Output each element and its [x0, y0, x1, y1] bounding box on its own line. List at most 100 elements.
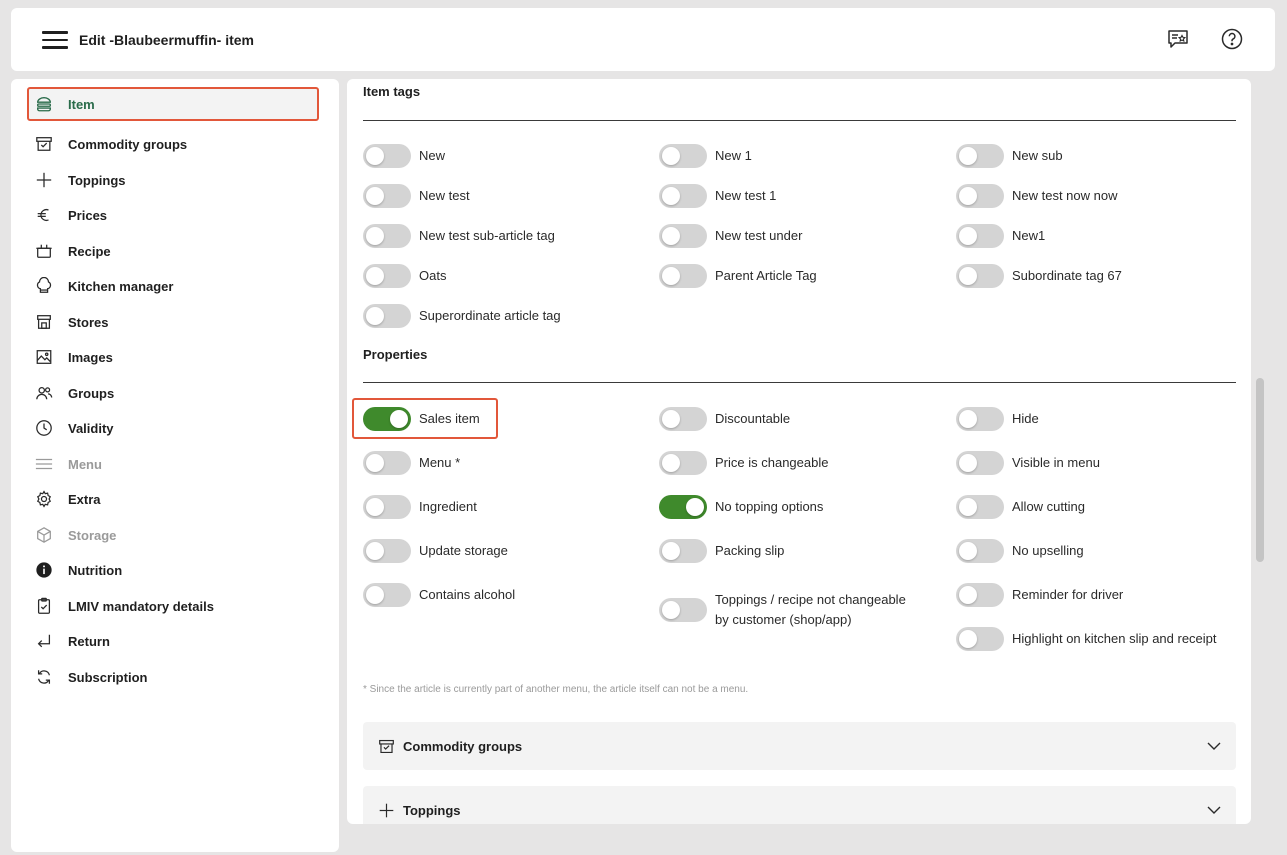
toggle-row: No topping options	[659, 495, 823, 519]
sidebar-item-label: Stores	[68, 314, 109, 330]
main-content[interactable]: Item tags New New 1 New sub New test New…	[347, 79, 1251, 824]
sidebar-item-groups[interactable]: Groups	[27, 376, 319, 410]
tag-box-icon	[34, 134, 54, 154]
page-title: Edit -Blaubeermuffin- item	[79, 32, 255, 48]
toggle-row: New test sub-article tag	[363, 224, 555, 248]
toggle-label: Update storage	[419, 543, 508, 558]
sidebar-item-nutrition[interactable]: Nutrition	[27, 553, 319, 587]
sidebar-item-label: Validity	[68, 420, 114, 436]
prop-toggle-highlight-kitchen-slip[interactable]	[956, 627, 1004, 651]
prop-toggle-ingredient[interactable]	[363, 495, 411, 519]
tag-toggle-new1[interactable]	[956, 224, 1004, 248]
tag-toggle-new-test[interactable]	[363, 184, 411, 208]
tag-toggle-new-test-sub-article[interactable]	[363, 224, 411, 248]
prop-toggle-price-changeable[interactable]	[659, 451, 707, 475]
tag-box-icon	[378, 737, 396, 755]
toggle-label: Menu *	[419, 455, 461, 470]
sidebar-item-storage[interactable]: Storage	[27, 518, 319, 552]
accordion-commodity-groups[interactable]: Commodity groups	[363, 722, 1236, 770]
toggle-row: New test now now	[956, 184, 1118, 208]
sidebar-item-extra[interactable]: Extra	[27, 482, 319, 516]
sidebar-item-label: Kitchen manager	[68, 278, 174, 294]
sidebar-item-toppings[interactable]: Toppings	[27, 163, 319, 197]
chevron-down-icon	[1207, 806, 1221, 814]
accordion-toppings[interactable]: Toppings	[363, 786, 1236, 824]
tag-toggle-new-test-under[interactable]	[659, 224, 707, 248]
tag-toggle-subordinate-tag-67[interactable]	[956, 264, 1004, 288]
toggle-label: New test sub-article tag	[419, 228, 555, 243]
toggle-label: Packing slip	[715, 543, 785, 558]
prop-toggle-toppings-not-changeable[interactable]	[659, 598, 707, 622]
toggle-label: New test	[419, 188, 470, 203]
toggle-label: New test now now	[1012, 188, 1118, 203]
tag-toggle-new-test-now-now[interactable]	[956, 184, 1004, 208]
sidebar-item-label: Recipe	[68, 243, 111, 259]
prop-toggle-visible-in-menu[interactable]	[956, 451, 1004, 475]
toggle-row: New1	[956, 224, 1045, 248]
prop-toggle-no-upselling[interactable]	[956, 539, 1004, 563]
sidebar-item-return[interactable]: Return	[27, 624, 319, 658]
top-header: Edit -Blaubeermuffin- item	[11, 8, 1275, 71]
accordion-label: Commodity groups	[403, 738, 523, 754]
feedback-star-icon[interactable]	[1166, 27, 1190, 51]
toggle-row: Contains alcohol	[363, 583, 515, 607]
sidebar-item-label: Commodity groups	[68, 136, 188, 152]
toggle-label: Parent Article Tag	[715, 268, 817, 283]
sidebar-item-label: Toppings	[68, 172, 126, 188]
sidebar-item-stores[interactable]: Stores	[27, 305, 319, 339]
prop-toggle-menu[interactable]	[363, 451, 411, 475]
sidebar-item-validity[interactable]: Validity	[27, 411, 319, 445]
gear-icon	[34, 489, 54, 509]
toggle-row: New test	[363, 184, 470, 208]
sidebar-item-item[interactable]: Item	[27, 87, 319, 121]
toggle-label: Price is changeable	[715, 455, 829, 470]
sidebar-item-recipe[interactable]: Recipe	[27, 234, 319, 268]
help-icon[interactable]	[1220, 27, 1244, 51]
prop-toggle-reminder-for-driver[interactable]	[956, 583, 1004, 607]
sidebar-item-label: Return	[68, 633, 110, 649]
toggle-row: Update storage	[363, 539, 508, 563]
plus-icon	[378, 801, 396, 819]
toggle-label: No topping options	[715, 499, 824, 514]
prop-toggle-hide[interactable]	[956, 407, 1004, 431]
prop-toggle-packing-slip[interactable]	[659, 539, 707, 563]
tag-toggle-new[interactable]	[363, 144, 411, 168]
toggle-label: New1	[1012, 228, 1046, 243]
euro-icon	[34, 205, 54, 225]
tag-toggle-new-1[interactable]	[659, 144, 707, 168]
toggle-label: Sales item	[419, 411, 480, 426]
tag-toggle-new-test-1[interactable]	[659, 184, 707, 208]
sidebar-item-label: Nutrition	[68, 562, 123, 578]
toggle-row: New sub	[956, 144, 1063, 168]
sidebar-item-subscription[interactable]: Subscription	[27, 660, 319, 694]
toggle-label: Allow cutting	[1012, 499, 1085, 514]
sidebar-item-images[interactable]: Images	[27, 340, 319, 374]
tag-toggle-oats[interactable]	[363, 264, 411, 288]
prop-toggle-allow-cutting[interactable]	[956, 495, 1004, 519]
sidebar-item-prices[interactable]: Prices	[27, 198, 319, 232]
toggle-row: Discountable	[659, 407, 790, 431]
sidebar-item-label: LMIV mandatory details	[68, 598, 214, 614]
hamburger-menu-icon[interactable]	[42, 31, 68, 49]
prop-toggle-contains-alcohol[interactable]	[363, 583, 411, 607]
toggle-row: New	[363, 144, 445, 168]
sidebar-item-kitchen-manager[interactable]: Kitchen manager	[27, 269, 319, 303]
tag-toggle-parent-article-tag[interactable]	[659, 264, 707, 288]
properties-divider	[363, 382, 1236, 383]
toggle-row: Price is changeable	[659, 451, 828, 475]
prop-toggle-update-storage[interactable]	[363, 539, 411, 563]
toggle-row: Menu *	[363, 451, 460, 475]
prop-toggle-sales-item[interactable]	[363, 407, 411, 431]
sidebar-item-commodity-groups[interactable]: Commodity groups	[27, 127, 319, 161]
tag-toggle-superordinate-article-tag[interactable]	[363, 304, 411, 328]
toggle-label: Reminder for driver	[1012, 587, 1124, 602]
sidebar-item-menu[interactable]: Menu	[27, 447, 319, 481]
toggle-row: Allow cutting	[956, 495, 1085, 519]
toggle-row: Superordinate article tag	[363, 304, 561, 328]
item-tags-divider	[363, 120, 1236, 121]
tag-toggle-new-sub[interactable]	[956, 144, 1004, 168]
prop-toggle-no-topping-options[interactable]	[659, 495, 707, 519]
prop-toggle-discountable[interactable]	[659, 407, 707, 431]
sidebar-item-lmiv[interactable]: LMIV mandatory details	[27, 589, 319, 623]
scrollbar-thumb[interactable]	[1256, 378, 1264, 562]
